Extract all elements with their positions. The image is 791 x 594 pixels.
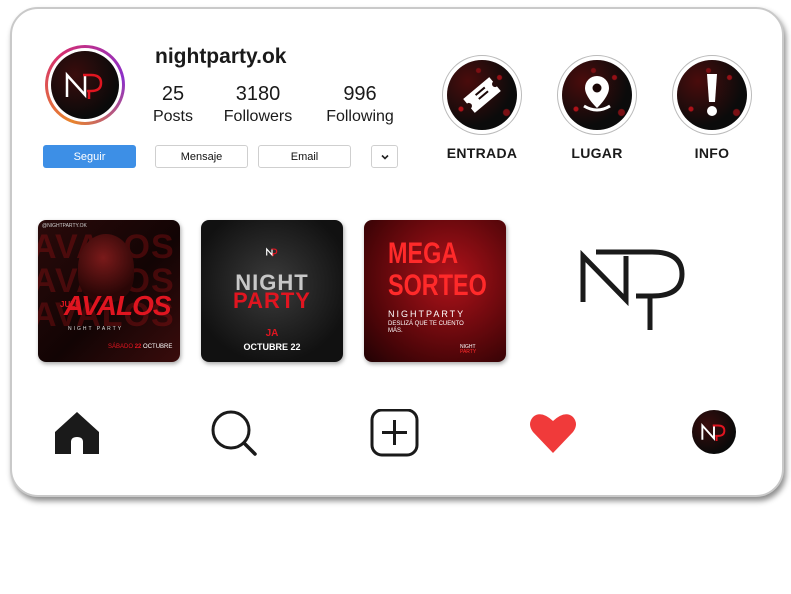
ja-mark: JA [265,328,279,339]
chevron-down-icon [380,154,389,160]
profile-avatar[interactable] [45,45,125,125]
post-title: MEGA SORTEO [388,237,487,302]
profile-avatar-icon[interactable] [692,410,736,454]
search-icon[interactable] [210,409,258,457]
message-button[interactable]: Mensaje [155,145,248,168]
exclamation-icon [707,74,717,116]
ticket-icon [463,77,501,113]
np-brand-logo [580,249,685,330]
highlight-entrada[interactable]: ENTRADA [440,55,524,161]
post-mega-sorteo[interactable]: MEGA SORTEO NIGHTPARTY DESLIZÁ QUE TE CU… [364,220,506,362]
highlight-label: INFO [694,145,730,161]
post-title: AVALOS [64,290,172,321]
highlight-label: ENTRADA [446,145,518,161]
home-icon[interactable] [53,410,101,454]
username: nightparty.ok [155,45,287,68]
highlight-label: LUGAR [571,145,623,161]
post-night-party[interactable]: NIGHT PARTY JA OCTUBRE 22 [201,220,343,362]
highlight-info[interactable]: INFO [670,55,754,161]
stat-following[interactable]: 996 Following [322,83,398,126]
location-pin-icon [583,76,611,112]
post-avalos[interactable]: AVALOS AVALOS AVALOS @NIGHTPARTY.OK JULI… [38,220,180,362]
stat-posts[interactable]: 25 Posts [150,83,196,126]
email-button[interactable]: Email [258,145,351,168]
stat-followers[interactable]: 3180 Followers [220,83,296,126]
follow-button[interactable]: Seguir [43,145,136,168]
highlight-lugar[interactable]: LUGAR [555,55,639,161]
add-post-icon[interactable] [370,409,420,457]
heart-icon[interactable] [529,412,577,454]
np-logo-avatar [51,51,119,119]
np-logo-icon [266,247,278,257]
more-options-button[interactable] [371,145,398,168]
